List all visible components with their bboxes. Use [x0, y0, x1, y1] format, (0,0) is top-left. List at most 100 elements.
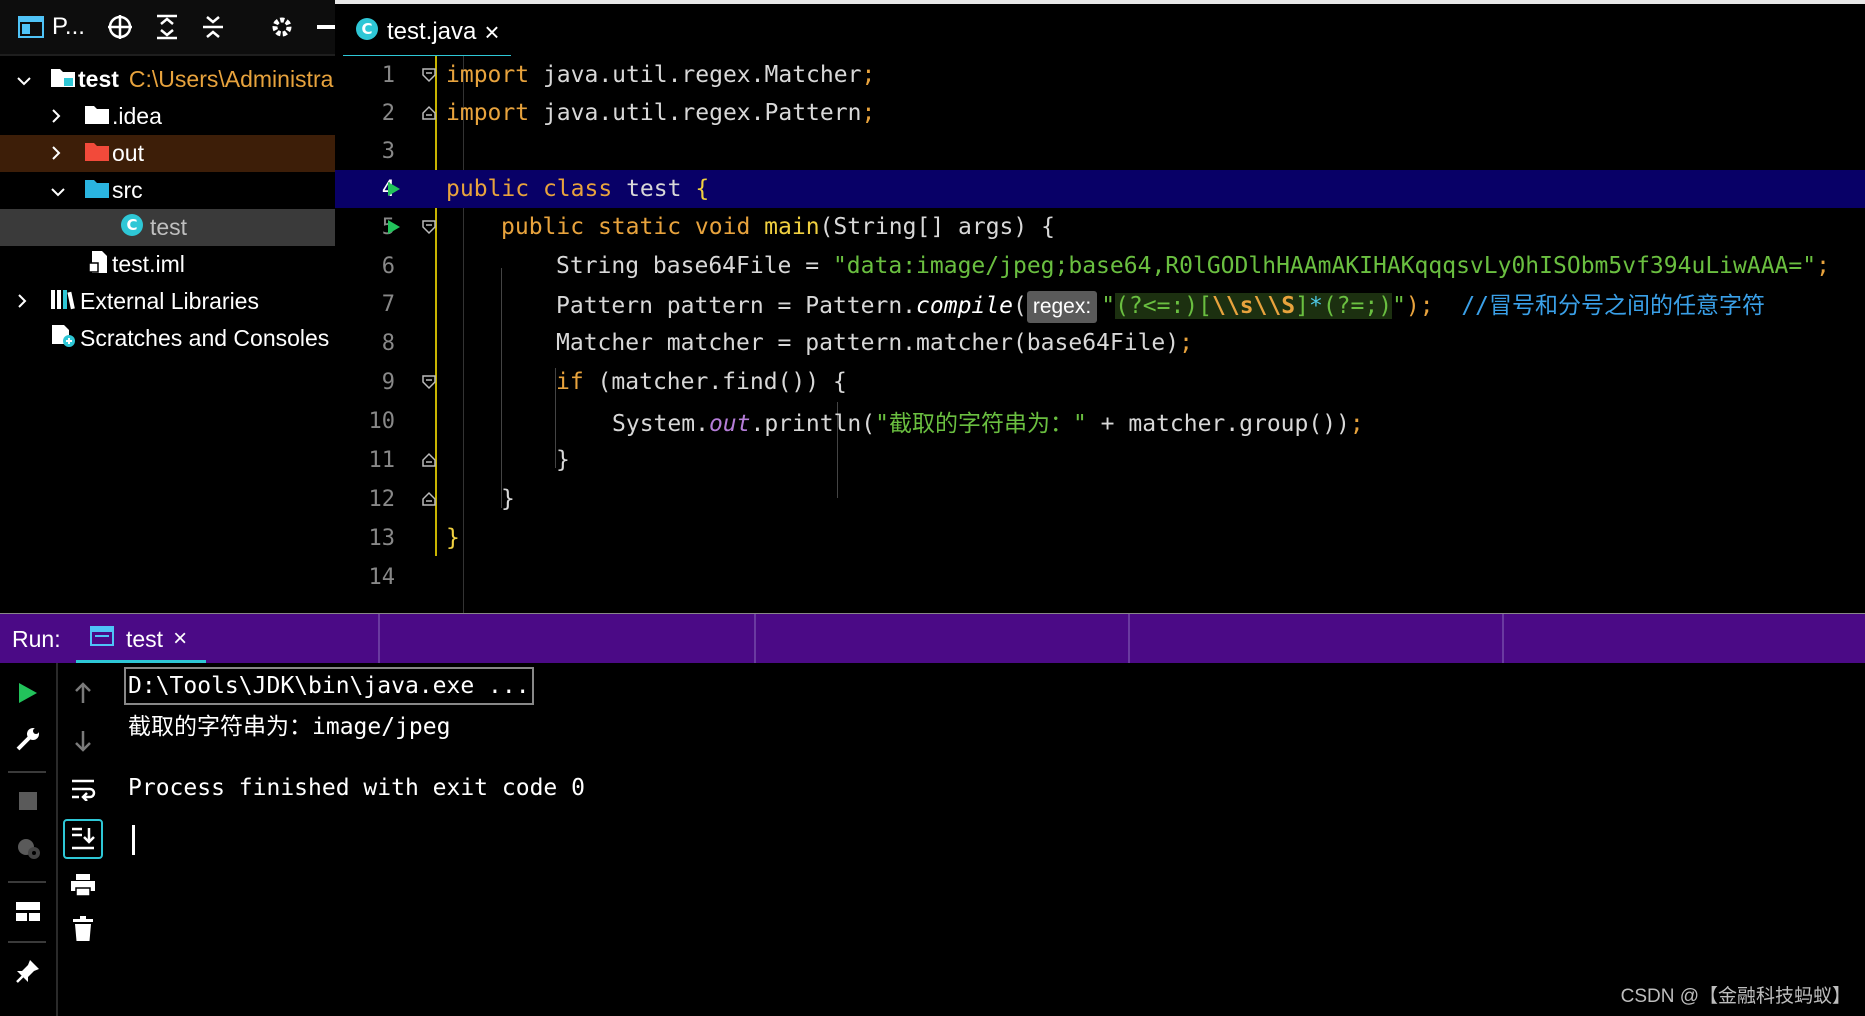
- code-text: java.util.regex.Matcher: [529, 62, 862, 88]
- run-gutter-icon[interactable]: [387, 181, 401, 197]
- tree-item-label: test: [150, 214, 188, 240]
- class-name: test: [626, 176, 682, 202]
- paren: (: [1012, 292, 1027, 319]
- code-text: + matcher.group()): [1086, 411, 1350, 437]
- project-tree: test C:\Users\Administra .idea out src C…: [0, 58, 335, 666]
- tree-item-label: Scratches and Consoles: [80, 325, 330, 351]
- line-number: 7: [381, 291, 395, 317]
- tree-item-scratches[interactable]: Scratches and Consoles: [0, 320, 335, 357]
- code-line[interactable]: 6 String base64File = "data:image/jpeg;b…: [335, 247, 1865, 285]
- header-divider: [1502, 614, 1504, 664]
- fold-end-icon[interactable]: [421, 452, 437, 468]
- code-line[interactable]: 11 }: [335, 441, 1865, 479]
- project-view-title[interactable]: P...: [52, 13, 85, 41]
- run-tab-label: test: [126, 625, 164, 652]
- locate-icon[interactable]: [107, 13, 133, 41]
- fold-icon[interactable]: [421, 67, 437, 83]
- toolbar-separator: [8, 941, 46, 943]
- arrow-down-icon[interactable]: [67, 725, 99, 757]
- semicolon: ;: [1349, 411, 1364, 437]
- chevron-right-icon[interactable]: [50, 103, 70, 130]
- soft-wrap-icon[interactable]: [67, 773, 99, 805]
- string-literal: "data:image/jpeg;base64,R0lGODlhHAAmAKIH…: [832, 253, 1817, 279]
- print-icon[interactable]: [67, 869, 99, 901]
- scratches-icon: [50, 323, 78, 355]
- code-line[interactable]: 14: [335, 558, 1865, 596]
- debug-settings-icon[interactable]: [12, 831, 44, 863]
- tree-item-test-iml[interactable]: test.iml: [0, 246, 335, 283]
- string-literal: "截取的字符串为：": [875, 411, 1087, 437]
- run-tab-test[interactable]: test ×: [76, 618, 206, 664]
- chevron-down-icon[interactable]: [50, 177, 70, 204]
- console-command-line[interactable]: D:\Tools\JDK\bin\java.exe ...: [124, 667, 534, 705]
- line-number: 13: [368, 525, 396, 551]
- tree-item-src[interactable]: src: [0, 172, 335, 209]
- code-line[interactable]: 5 public static void main(String[] args)…: [335, 208, 1865, 246]
- fold-icon[interactable]: [421, 219, 437, 235]
- tree-item-test-class[interactable]: C test: [0, 209, 335, 246]
- comment: //冒号和分号之间的任意字符: [1461, 292, 1766, 319]
- regex-quantifier: *: [1308, 292, 1323, 319]
- regex-part: (?=;): [1322, 292, 1393, 319]
- code-line[interactable]: 2 import java.util.regex.Pattern;: [335, 94, 1865, 132]
- code-line[interactable]: 10 System.out.println("截取的字符串为：" + match…: [335, 402, 1865, 440]
- tree-item-test-module[interactable]: test C:\Users\Administra: [0, 61, 335, 98]
- editor-tab-bar: C test.java ×: [335, 0, 1865, 60]
- gear-icon[interactable]: [269, 13, 295, 41]
- fold-icon[interactable]: [421, 374, 437, 390]
- line-number: 1: [381, 62, 395, 88]
- module-folder-icon: [50, 66, 76, 94]
- tree-item-path: C:\Users\Administra: [128, 66, 334, 92]
- arrow-up-icon[interactable]: [67, 677, 99, 709]
- wrench-icon[interactable]: [12, 723, 44, 755]
- line-number: 12: [368, 486, 396, 512]
- chevron-right-icon[interactable]: [16, 288, 36, 315]
- run-gutter-icon[interactable]: [387, 219, 401, 235]
- run-tool-window-header: Run: test ×: [0, 613, 1865, 664]
- fold-end-icon[interactable]: [421, 105, 437, 121]
- code-line[interactable]: 1 import java.util.regex.Matcher;: [335, 56, 1865, 94]
- code-text: (String[] args) {: [819, 214, 1055, 240]
- project-icon[interactable]: [18, 13, 44, 41]
- tab-test-java[interactable]: C test.java ×: [343, 8, 511, 60]
- closing-brace: }: [446, 525, 460, 551]
- console-output[interactable]: D:\Tools\JDK\bin\java.exe ... 截取的字符串为：im…: [124, 663, 1828, 1016]
- code-line[interactable]: 8 Matcher matcher = pattern.matcher(base…: [335, 324, 1865, 362]
- close-icon[interactable]: ×: [173, 625, 187, 653]
- stop-icon[interactable]: [12, 785, 44, 817]
- tree-item-idea[interactable]: .idea: [0, 98, 335, 135]
- close-icon[interactable]: ×: [484, 17, 499, 48]
- excluded-folder-icon: [84, 140, 110, 168]
- tree-item-label: test.iml: [112, 251, 185, 277]
- scroll-to-end-icon[interactable]: [63, 819, 103, 859]
- code-line[interactable]: 12 }: [335, 480, 1865, 518]
- chevron-right-icon[interactable]: [50, 140, 70, 167]
- tree-item-label: test: [78, 66, 119, 92]
- pin-icon[interactable]: [12, 955, 44, 987]
- code-line[interactable]: 9 if (matcher.find()) {: [335, 363, 1865, 401]
- tree-item-external-libraries[interactable]: External Libraries: [0, 283, 335, 320]
- fold-end-icon[interactable]: [421, 491, 437, 507]
- source-folder-icon: [84, 177, 110, 205]
- closing-brace: }: [556, 447, 570, 473]
- code-text: (matcher.find()) {: [583, 369, 847, 395]
- tree-item-label: .idea: [112, 103, 162, 129]
- collapse-all-icon[interactable]: [201, 13, 225, 41]
- chevron-down-icon[interactable]: [16, 66, 36, 93]
- code-line[interactable]: 3: [335, 132, 1865, 170]
- java-class-icon: C: [355, 17, 379, 48]
- line-number: 3: [381, 138, 395, 164]
- line-number: 2: [381, 100, 395, 126]
- code-line-current[interactable]: 4 public class test {: [335, 170, 1865, 208]
- code-line[interactable]: 7 Pattern pattern = Pattern.compile(rege…: [335, 285, 1865, 323]
- tree-item-out[interactable]: out: [0, 135, 335, 172]
- keyword: void: [694, 214, 751, 240]
- expand-all-icon[interactable]: [155, 13, 179, 41]
- method-name: compile: [916, 292, 1013, 319]
- layout-icon[interactable]: [12, 895, 44, 927]
- trash-icon[interactable]: [67, 913, 99, 945]
- code-editor[interactable]: 1 import java.util.regex.Matcher; 2 impo…: [335, 56, 1865, 613]
- code-line[interactable]: 13 }: [335, 519, 1865, 557]
- rerun-icon[interactable]: [12, 677, 44, 709]
- line-number: 8: [381, 330, 395, 356]
